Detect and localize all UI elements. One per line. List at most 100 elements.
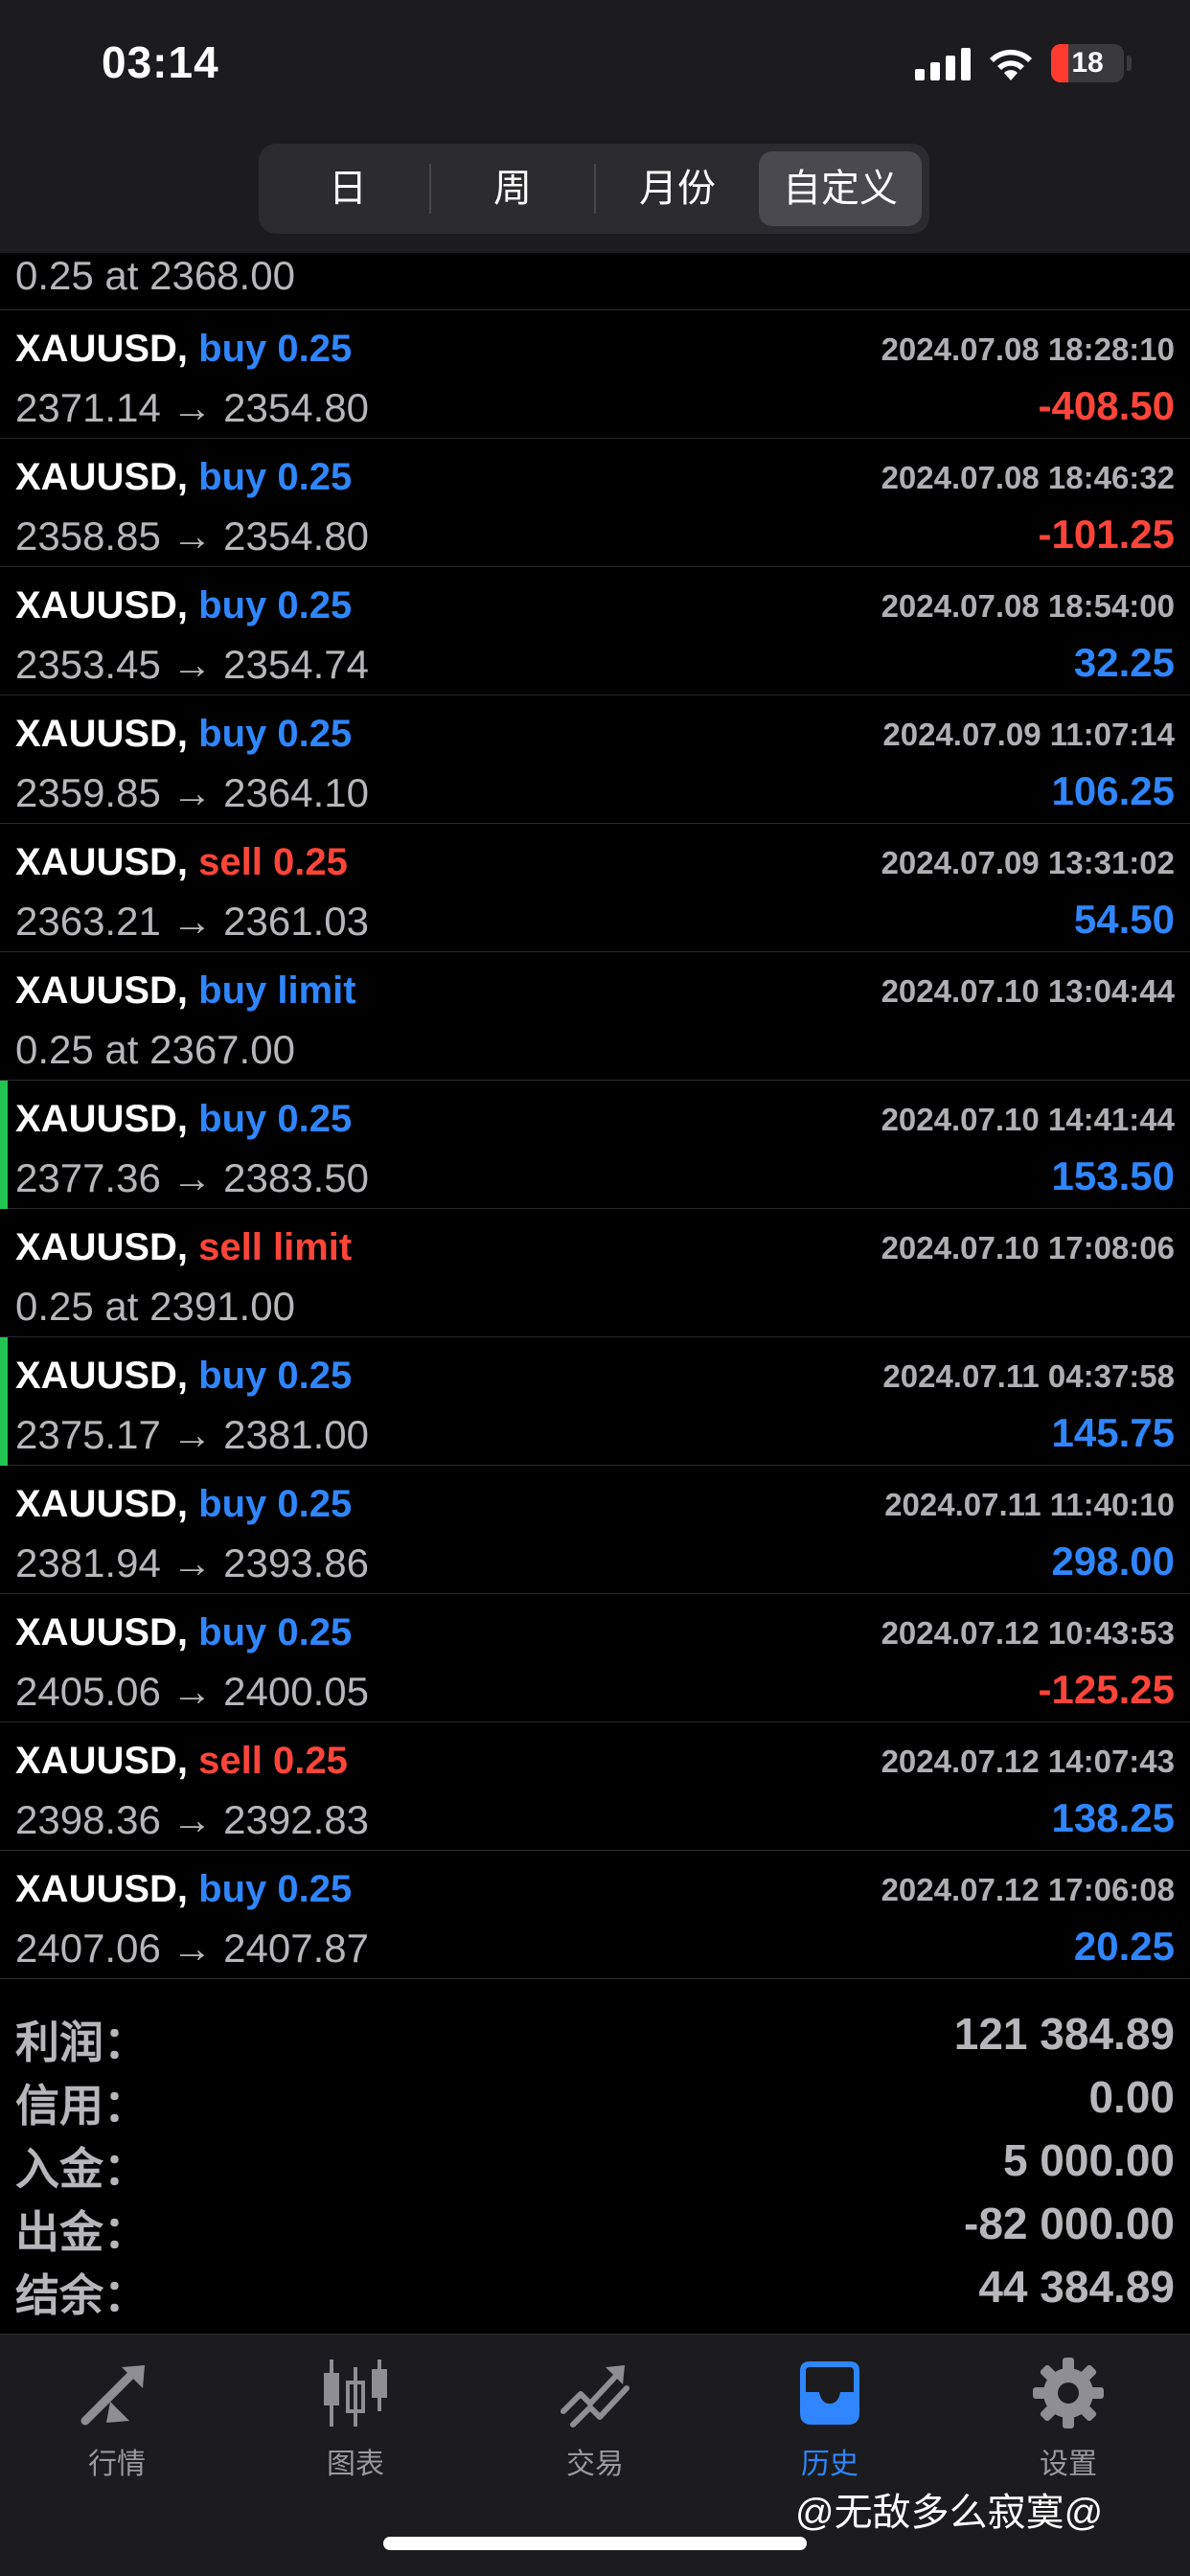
list-item[interactable]: XAUUSD, buy 0.25 2024.07.08 18:46:32 235… [0,439,1190,567]
summary-label: 信用： [15,2081,148,2131]
trade-action: buy 0.25 [198,1098,353,1140]
summary-deposit: 入金： 5 000.00 [0,2129,1190,2194]
trade-date: 2024.07.09 13:31:02 [881,845,1175,880]
trade-profit: -101.25 [1038,512,1175,557]
symbol: XAUUSD, [15,969,189,1012]
trade-action: buy 0.25 [198,1355,353,1397]
trade-action: sell limit [198,1226,353,1268]
trade-profit: 145.75 [1051,1410,1175,1455]
settings-icon [1033,2358,1104,2428]
chart-icon [324,2359,387,2427]
cellular-signal-icon [915,48,971,80]
order-details: 0.25 at 2367.00 [15,1027,295,1072]
trade-action: buy 0.25 [198,328,353,370]
order-details: 0.25 at 2368.00 [15,253,295,298]
trade-prices: 2377.36 → 2383.50 [15,1155,369,1200]
summary-balance: 结余： 44 384.89 [0,2255,1190,2320]
trade-action: buy 0.25 [198,456,353,498]
account-summary: 利润： 121 384.89 信用： 0.00 入金： 5 000.00 出金：… [0,2002,1190,2320]
trade-icon [561,2365,629,2428]
symbol: XAUUSD, [15,1355,189,1397]
trade-profit: -408.50 [1038,383,1175,428]
list-item[interactable]: XAUUSD, buy 0.25 2024.07.08 18:28:10 237… [0,310,1190,439]
trade-profit: 106.25 [1051,768,1175,813]
list-item[interactable]: 0.25 at 2368.00 [0,253,1190,310]
symbol: XAUUSD, [15,1098,189,1140]
tab-trade[interactable]: 交易 [518,2354,672,2482]
tab-chart[interactable]: 图表 [279,2354,432,2482]
period-segmented-control: 日 周 月份 自定义 [259,144,929,234]
symbol: XAUUSD, [15,1483,189,1525]
trade-action: buy limit [198,969,356,1012]
history-list: 0.25 at 2368.00 XAUUSD, buy 0.25 2024.07… [0,253,1190,1979]
trade-profit: 138.25 [1051,1795,1175,1840]
summary-value: -82 000.00 [964,2199,1175,2248]
list-item[interactable]: XAUUSD, buy 0.25 2024.07.08 18:54:00 235… [0,567,1190,695]
list-item[interactable]: XAUUSD, buy 0.25 2024.07.12 17:06:08 240… [0,1851,1190,1979]
symbol: XAUUSD, [15,456,189,498]
summary-value: 121 384.89 [953,2009,1175,2059]
trade-prices: 2398.36 → 2392.83 [15,1797,369,1842]
trade-date: 2024.07.11 04:37:58 [882,1358,1175,1394]
status-bar: 03:14 18 [0,0,1190,134]
trade-date: 2024.07.08 18:28:10 [881,331,1175,367]
segment-month[interactable]: 月份 [596,151,759,226]
trade-prices: 2358.85 → 2354.80 [15,513,369,559]
battery-icon: 18 [1051,44,1124,82]
trade-prices: 2353.45 → 2354.74 [15,642,369,687]
list-item[interactable]: XAUUSD, sell 0.25 2024.07.12 14:07:43 23… [0,1722,1190,1851]
tab-label: 图表 [327,2449,384,2480]
wifi-icon [990,49,1032,80]
list-item[interactable]: XAUUSD, buy 0.25 2024.07.11 04:37:58 237… [0,1337,1190,1466]
clock: 03:14 [102,37,219,87]
trade-date: 2024.07.10 13:04:44 [881,973,1175,1009]
trade-prices: 2359.85 → 2364.10 [15,770,369,815]
trade-profit: 32.25 [1073,640,1175,685]
segment-day[interactable]: 日 [266,151,429,226]
summary-profit: 利润： 121 384.89 [0,2002,1190,2067]
list-item[interactable]: XAUUSD, buy 0.25 2024.07.10 14:41:44 237… [0,1081,1190,1209]
list-item[interactable]: XAUUSD, buy 0.25 2024.07.11 11:40:10 238… [0,1466,1190,1594]
segment-week[interactable]: 周 [431,151,594,226]
trade-prices: 2407.06 → 2407.87 [15,1926,369,1971]
trade-prices: 2375.17 → 2381.00 [15,1412,369,1457]
trade-date: 2024.07.12 10:43:53 [881,1615,1175,1651]
segment-custom[interactable]: 自定义 [759,151,922,226]
trade-date: 2024.07.10 14:41:44 [881,1102,1175,1137]
trade-prices: 2381.94 → 2393.86 [15,1540,369,1585]
list-item[interactable]: XAUUSD, buy 0.25 2024.07.09 11:07:14 235… [0,695,1190,824]
trade-action: buy 0.25 [198,584,353,627]
trade-profit: 153.50 [1051,1153,1175,1198]
trade-prices: 2405.06 → 2400.05 [15,1669,369,1714]
summary-label: 结余： [15,2270,148,2320]
list-item[interactable]: XAUUSD, sell 0.25 2024.07.09 13:31:02 23… [0,824,1190,952]
tab-quotes[interactable]: 行情 [40,2354,194,2482]
watermark: @无敌多么寂寞@ [795,2492,1104,2534]
trade-action: buy 0.25 [198,713,353,755]
symbol: XAUUSD, [15,1740,189,1782]
summary-credit: 信用： 0.00 [0,2065,1190,2131]
tab-history[interactable]: 历史 [753,2354,906,2482]
quotes-icon [80,2365,145,2426]
battery-level: 18 [1071,47,1104,79]
list-item[interactable]: XAUUSD, sell limit 2024.07.10 17:08:06 0… [0,1209,1190,1337]
list-item[interactable]: XAUUSD, buy limit 2024.07.10 13:04:44 0.… [0,952,1190,1081]
trade-date: 2024.07.10 17:08:06 [881,1230,1175,1265]
history-icon [800,2361,859,2425]
summary-value: 5 000.00 [1002,2135,1175,2185]
symbol: XAUUSD, [15,1611,189,1653]
symbol: XAUUSD, [15,328,189,370]
tab-label: 设置 [1040,2449,1097,2480]
tab-label: 交易 [566,2449,624,2480]
trade-date: 2024.07.11 11:40:10 [884,1487,1175,1522]
symbol: XAUUSD, [15,1226,189,1268]
home-indicator[interactable] [383,2537,807,2550]
list-item[interactable]: XAUUSD, buy 0.25 2024.07.12 10:43:53 240… [0,1594,1190,1722]
open-position-marker [0,1337,8,1466]
tab-settings[interactable]: 设置 [992,2354,1145,2482]
symbol: XAUUSD, [15,1868,189,1910]
trade-action: buy 0.25 [198,1483,353,1525]
summary-label: 利润： [15,2017,148,2067]
trade-action: buy 0.25 [198,1868,353,1910]
trade-date: 2024.07.12 17:06:08 [881,1872,1175,1907]
